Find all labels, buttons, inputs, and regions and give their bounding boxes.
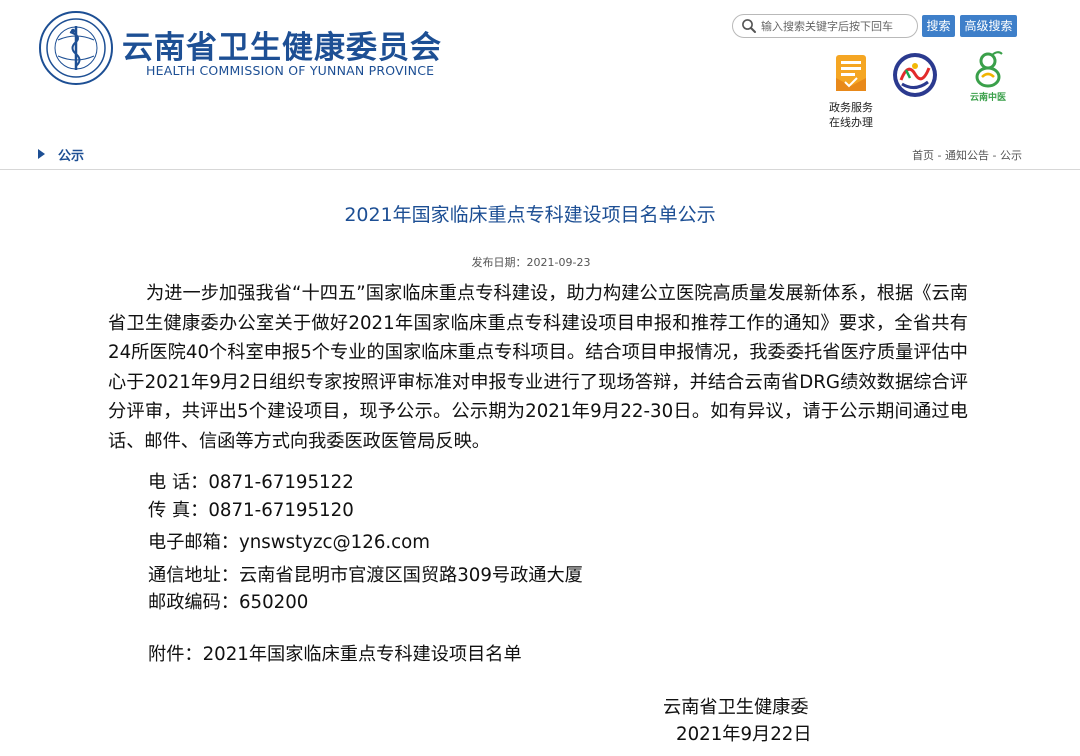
sign-date: 2021年9月22日 [676,724,812,745]
contact-phone: 电 话：0871-67195122 [148,472,354,493]
government-service-icon [836,55,866,91]
advanced-search-button[interactable]: 高级搜索 [960,15,1017,37]
tcm-logo-text: 云南中医 [969,93,1006,103]
tcm-gourd-icon [975,51,1003,88]
article-body: 为进一步加强我省“十四五”国家临床重点专科建设，助力构建公立医院高质量发展新体系… [108,279,968,456]
signer: 云南省卫生健康委 [663,697,809,718]
online-service-link[interactable]: 政务服务 在线办理 [820,52,882,130]
contact-email: 电子邮箱：ynswstyzc@126.com [148,532,431,553]
breadcrumb-notices[interactable]: 通知公告 [945,149,989,162]
search-input[interactable] [759,16,909,36]
contact-postcode: 邮政编码：650200 [148,592,309,613]
site-header: 云南省卫生健康委员会 HEALTH COMMISSION OF YUNNAN P… [0,0,1080,135]
contact-address: 通信地址：云南省昆明市官渡区国贸路309号政通大厦 [148,565,583,586]
breadcrumb-current[interactable]: 公示 [1000,149,1022,162]
section-title[interactable]: 公示 [58,145,84,164]
attachment-link[interactable]: 附件：2021年国家临床重点专科建设项目名单 [148,640,522,666]
health-campaign-logo-icon[interactable] [892,52,938,98]
publish-date: 发布日期：2021-09-23 [471,256,591,269]
health-commission-emblem-icon[interactable] [38,10,114,86]
search-button[interactable]: 搜索 [922,15,955,37]
contact-fax: 传 真：0871-67195120 [148,500,354,521]
breadcrumb-home[interactable]: 首页 [912,149,934,162]
search-box [732,14,918,38]
site-title[interactable]: 云南省卫生健康委员会 [122,22,442,67]
article-title: 2021年国家临床重点专科建设项目名单公示 [344,204,716,226]
triangle-right-icon [38,149,45,159]
service-label-line1: 政务服务 [829,101,873,114]
article-paragraph: 为进一步加强我省“十四五”国家临床重点专科建设，助力构建公立医院高质量发展新体系… [108,283,968,452]
breadcrumb-separator: - [989,149,1000,162]
site-subtitle: HEALTH COMMISSION OF YUNNAN PROVINCE [146,63,435,78]
service-label-line2: 在线办理 [829,116,873,129]
breadcrumb: 首页 - 通知公告 - 公示 [912,147,1022,163]
breadcrumb-separator: - [934,149,946,162]
search-icon [739,16,759,36]
yunnan-tcm-logo[interactable]: 云南中医 [960,50,1016,103]
section-nav-bar: 公示 首页 - 通知公告 - 公示 [0,140,1080,170]
